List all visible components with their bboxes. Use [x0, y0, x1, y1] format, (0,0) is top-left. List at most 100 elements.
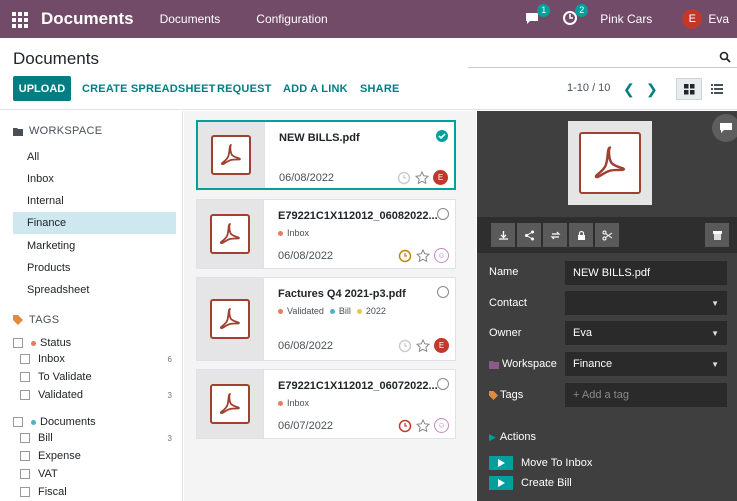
facet-label: Inbox	[38, 353, 65, 365]
checkbox[interactable]	[20, 433, 30, 443]
facet-vat[interactable]: VAT	[20, 468, 172, 480]
folder-icon	[13, 127, 23, 136]
checkbox[interactable]	[20, 487, 30, 497]
share-icon	[524, 230, 534, 240]
facet-inbox[interactable]: Inbox 6	[20, 353, 172, 365]
checkbox[interactable]	[20, 372, 30, 382]
move-to-inbox-action[interactable]: Move To Inbox	[489, 456, 592, 470]
facet-group-label: Status	[40, 337, 72, 349]
replace-button[interactable]	[543, 223, 567, 247]
checkbox[interactable]	[20, 469, 30, 479]
share-button[interactable]: SHARE	[360, 76, 400, 101]
checkbox[interactable]	[13, 338, 23, 348]
request-button[interactable]: REQUEST	[217, 76, 272, 101]
sidebar-item-marketing[interactable]: Marketing	[13, 235, 176, 257]
document-card[interactable]: E79221C1X112012_06082022... Inbox 06/08/…	[196, 199, 456, 269]
document-thumbnail[interactable]	[197, 370, 264, 438]
activity-clock-icon[interactable]	[398, 339, 412, 353]
control-panel: Documents UPLOAD CREATE SPREADSHEET REQU…	[0, 38, 737, 110]
workspace-header: WORKSPACE	[13, 125, 102, 137]
action-label: Move To Inbox	[521, 457, 593, 469]
workspace-field[interactable]: Finance ▼	[565, 352, 727, 376]
select-checkbox[interactable]	[436, 130, 448, 142]
document-card[interactable]: NEW BILLS.pdf 06/08/2022 E	[196, 120, 456, 190]
document-card[interactable]: Factures Q4 2021-p3.pdf Validated Bill 2…	[196, 277, 456, 361]
archive-button[interactable]	[705, 223, 729, 247]
facet-bill[interactable]: Bill 3	[20, 432, 172, 444]
kanban-view-button[interactable]	[676, 78, 702, 100]
facet-count: 6	[167, 354, 172, 364]
pdf-icon	[594, 146, 626, 179]
messages-icon[interactable]: 1	[524, 4, 551, 28]
upload-button[interactable]: UPLOAD	[13, 76, 71, 101]
favorite-star-icon[interactable]	[416, 338, 430, 353]
documents-kanban: NEW BILLS.pdf 06/08/2022 E E79221C1X1120…	[184, 111, 476, 501]
facet-count: 3	[167, 390, 172, 400]
checkbox[interactable]	[20, 390, 30, 400]
checkbox[interactable]	[13, 417, 23, 427]
favorite-star-icon[interactable]	[416, 248, 430, 263]
document-thumbnail[interactable]	[198, 122, 265, 188]
tag-label: 2022	[365, 306, 386, 316]
document-thumbnail[interactable]	[197, 200, 264, 268]
checkbox[interactable]	[20, 451, 30, 461]
facet-group-status[interactable]: Status	[13, 337, 71, 349]
tag-dot-icon	[356, 308, 362, 314]
company-switcher[interactable]: Pink Cars	[600, 12, 652, 26]
select-checkbox[interactable]	[437, 286, 449, 298]
create-spreadsheet-button[interactable]: CREATE SPREADSHEET	[82, 76, 216, 101]
activities-icon[interactable]: 2	[562, 4, 589, 28]
apps-menu-icon[interactable]	[12, 12, 28, 28]
name-field[interactable]: NEW BILLS.pdf	[565, 261, 727, 285]
sidebar-item-internal[interactable]: Internal	[13, 190, 176, 212]
sidebar-item-finance[interactable]: Finance	[13, 212, 176, 234]
list-view-button[interactable]	[706, 78, 728, 100]
chatter-toggle-button[interactable]	[712, 114, 737, 142]
pdf-icon	[219, 308, 240, 330]
activity-clock-icon[interactable]	[398, 249, 412, 263]
user-avatar[interactable]: E	[682, 9, 703, 29]
pager-previous-icon[interactable]: ❮	[623, 81, 635, 98]
lock-button[interactable]	[569, 223, 593, 247]
facet-to-validate[interactable]: To Validate	[20, 371, 172, 383]
facet-fiscal[interactable]: Fiscal	[20, 486, 172, 498]
menu-documents[interactable]: Documents	[160, 12, 221, 26]
facet-group-documents[interactable]: Documents	[13, 416, 96, 428]
user-name[interactable]: Eva	[708, 12, 729, 26]
contact-field[interactable]: ▼	[565, 291, 727, 315]
search-input[interactable]	[468, 67, 737, 68]
activity-clock-icon[interactable]	[397, 171, 411, 185]
chevron-down-icon: ▼	[711, 328, 719, 338]
owner-field[interactable]: Eva ▼	[565, 321, 727, 345]
select-checkbox[interactable]	[437, 378, 449, 390]
favorite-star-icon[interactable]	[416, 418, 430, 433]
actions-header[interactable]: ▶ Actions	[489, 431, 536, 443]
search-icon[interactable]	[719, 51, 731, 63]
document-preview[interactable]	[568, 121, 652, 205]
document-inspector: Name NEW BILLS.pdf Contact ▼ Owner Eva ▼ …	[477, 111, 737, 501]
sidebar-item-all[interactable]: All	[13, 146, 176, 168]
sidebar-item-products[interactable]: Products	[13, 257, 176, 279]
activity-clock-icon[interactable]	[398, 419, 412, 433]
download-button[interactable]	[491, 223, 515, 247]
share-document-button[interactable]	[517, 223, 541, 247]
add-link-button[interactable]: ADD A LINK	[283, 76, 348, 101]
split-button[interactable]	[595, 223, 619, 247]
pager-value[interactable]: 1-10 / 10	[567, 82, 610, 94]
sidebar-item-spreadsheet[interactable]: Spreadsheet	[13, 279, 176, 301]
favorite-star-icon[interactable]	[415, 170, 429, 185]
document-thumbnail[interactable]	[197, 278, 264, 360]
chevron-down-icon: ▼	[711, 298, 719, 308]
checkbox[interactable]	[20, 354, 30, 364]
select-checkbox[interactable]	[437, 208, 449, 220]
tags-field[interactable]: + Add a tag	[565, 383, 727, 407]
workspace-value: Finance	[573, 358, 613, 370]
sidebar-item-inbox[interactable]: Inbox	[13, 168, 176, 190]
document-card[interactable]: E79221C1X112012_06072022... Inbox 06/07/…	[196, 369, 456, 439]
menu-configuration[interactable]: Configuration	[256, 12, 327, 26]
create-bill-action[interactable]: Create Bill	[489, 476, 572, 490]
pager-next-icon[interactable]: ❯	[646, 81, 658, 98]
facet-expense[interactable]: Expense	[20, 450, 172, 462]
facet-validated[interactable]: Validated 3	[20, 389, 172, 401]
document-name: E79221C1X112012_06082022...	[278, 210, 438, 222]
